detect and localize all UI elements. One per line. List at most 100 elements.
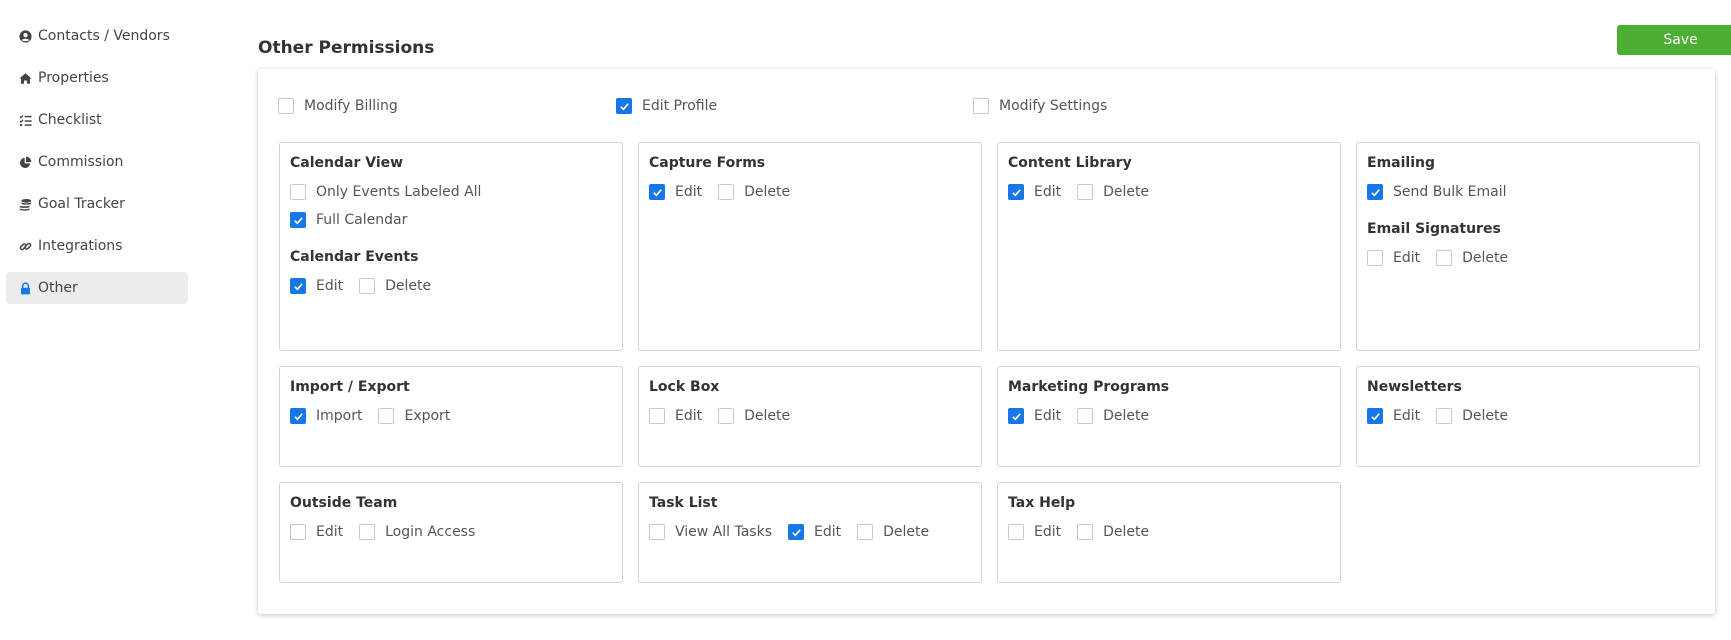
group-title: Capture Forms xyxy=(649,155,766,171)
emailing-group: Emailing Send Bulk Email Email Signature… xyxy=(1356,142,1700,351)
checkbox-unchecked[interactable] xyxy=(1008,524,1024,540)
sidebar-item-properties[interactable]: Properties xyxy=(6,62,188,94)
email-signatures-edit-checkbox[interactable]: Edit xyxy=(1367,250,1420,266)
checkbox-label: Edit Profile xyxy=(642,98,718,114)
sidebar-item-label: Integrations xyxy=(38,238,123,254)
checkbox-label: Edit xyxy=(316,278,344,294)
checkbox-checked[interactable] xyxy=(788,524,804,540)
sidebar: Contacts / Vendors Properties Checklist … xyxy=(6,20,188,314)
task-list-delete-checkbox[interactable]: Delete xyxy=(857,524,929,540)
checkbox-unchecked[interactable] xyxy=(649,524,665,540)
checkbox-unchecked[interactable] xyxy=(290,524,306,540)
calendar-events-edit-checkbox[interactable]: Edit xyxy=(290,278,343,294)
marketing-programs-edit-checkbox[interactable]: Edit xyxy=(1008,408,1061,424)
checkbox-unchecked[interactable] xyxy=(1077,524,1094,540)
group-subtitle: Calendar Events xyxy=(290,249,419,265)
checkbox-checked[interactable] xyxy=(1008,184,1024,200)
group-title: Marketing Programs xyxy=(1008,379,1170,395)
lock-box-delete-checkbox[interactable]: Delete xyxy=(718,408,790,424)
content-library-group: Content Library Edit Delete xyxy=(997,142,1341,351)
checkbox-label: Edit xyxy=(1034,524,1062,540)
checkbox-checked[interactable] xyxy=(290,278,306,294)
checkbox-label: Modify Billing xyxy=(304,98,398,114)
marketing-programs-delete-checkbox[interactable]: Delete xyxy=(1077,408,1149,424)
capture-forms-options: Edit Delete xyxy=(649,181,971,203)
edit-profile-checkbox[interactable]: Edit Profile xyxy=(616,98,717,114)
checkbox-unchecked[interactable] xyxy=(718,408,735,424)
send-bulk-email-checkbox[interactable]: Send Bulk Email xyxy=(1367,181,1689,203)
tax-help-delete-checkbox[interactable]: Delete xyxy=(1077,524,1149,540)
checkbox-unchecked[interactable] xyxy=(378,408,395,424)
checkbox-unchecked[interactable] xyxy=(649,408,665,424)
group-title: Import / Export xyxy=(290,379,410,395)
group-subtitle: Email Signatures xyxy=(1367,221,1501,237)
task-list-edit-checkbox[interactable]: Edit xyxy=(788,524,841,540)
checkbox-checked[interactable] xyxy=(616,98,632,114)
newsletters-delete-checkbox[interactable]: Delete xyxy=(1436,408,1508,424)
page-title: Other Permissions xyxy=(258,38,435,58)
calendar-events-delete-checkbox[interactable]: Delete xyxy=(359,278,431,294)
checkbox-unchecked[interactable] xyxy=(1367,250,1383,266)
sidebar-item-checklist[interactable]: Checklist xyxy=(6,104,188,136)
checkbox-unchecked[interactable] xyxy=(718,184,735,200)
checkbox-unchecked[interactable] xyxy=(359,278,376,294)
import-export-group: Import / Export Import Export xyxy=(279,366,623,467)
checkbox-checked[interactable] xyxy=(1367,408,1383,424)
sidebar-item-contacts-vendors[interactable]: Contacts / Vendors xyxy=(6,20,188,52)
checkbox-label: Edit xyxy=(1393,250,1421,266)
modify-settings-checkbox[interactable]: Modify Settings xyxy=(973,98,1107,114)
checkbox-label: Delete xyxy=(1462,408,1509,424)
export-checkbox[interactable]: Export xyxy=(378,408,450,424)
view-all-tasks-checkbox[interactable]: View All Tasks xyxy=(649,524,772,540)
sidebar-item-other[interactable]: Other xyxy=(6,272,188,304)
login-access-checkbox[interactable]: Login Access xyxy=(359,524,475,540)
checkbox-unchecked[interactable] xyxy=(1077,408,1094,424)
group-title: Content Library xyxy=(1008,155,1132,171)
outside-team-options: Edit Login Access xyxy=(290,521,612,543)
checkbox-unchecked[interactable] xyxy=(359,524,376,540)
sidebar-item-goal-tracker[interactable]: Goal Tracker xyxy=(6,188,188,220)
checkbox-unchecked[interactable] xyxy=(278,98,294,114)
full-calendar-checkbox[interactable]: Full Calendar xyxy=(290,209,612,231)
outside-team-edit-checkbox[interactable]: Edit xyxy=(290,524,343,540)
checkbox-label: Delete xyxy=(744,408,791,424)
checkbox-unchecked[interactable] xyxy=(1436,408,1453,424)
checkbox-label: Delete xyxy=(883,524,930,540)
capture-forms-edit-checkbox[interactable]: Edit xyxy=(649,184,702,200)
checkbox-checked[interactable] xyxy=(290,212,306,228)
checkbox-checked[interactable] xyxy=(1008,408,1024,424)
tax-help-edit-checkbox[interactable]: Edit xyxy=(1008,524,1061,540)
sidebar-item-commission[interactable]: Commission xyxy=(6,146,188,178)
content-library-edit-checkbox[interactable]: Edit xyxy=(1008,184,1061,200)
checkbox-label: View All Tasks xyxy=(675,524,772,540)
general-permissions-row: Modify Billing Edit Profile Modify Setti… xyxy=(278,98,1678,118)
email-signatures-delete-checkbox[interactable]: Delete xyxy=(1436,250,1508,266)
save-button[interactable]: Save xyxy=(1617,25,1731,55)
only-events-labeled-all-checkbox[interactable]: Only Events Labeled All xyxy=(290,181,612,203)
sidebar-item-label: Contacts / Vendors xyxy=(38,28,170,44)
checkbox-checked[interactable] xyxy=(1367,184,1383,200)
pie-chart-icon xyxy=(18,155,32,169)
lock-box-edit-checkbox[interactable]: Edit xyxy=(649,408,702,424)
newsletters-edit-checkbox[interactable]: Edit xyxy=(1367,408,1420,424)
checkbox-label: Edit xyxy=(1034,184,1062,200)
checkbox-unchecked[interactable] xyxy=(1077,184,1094,200)
permissions-card: Modify Billing Edit Profile Modify Setti… xyxy=(258,69,1715,614)
modify-billing-checkbox[interactable]: Modify Billing xyxy=(278,98,398,114)
link-icon xyxy=(18,239,32,253)
checkbox-checked[interactable] xyxy=(290,408,306,424)
checkbox-unchecked[interactable] xyxy=(1436,250,1453,266)
checkbox-unchecked[interactable] xyxy=(973,98,989,114)
checkbox-label: Modify Settings xyxy=(999,98,1108,114)
import-checkbox[interactable]: Import xyxy=(290,408,362,424)
checkbox-checked[interactable] xyxy=(649,184,665,200)
calendar-view-group: Calendar View Only Events Labeled All Fu… xyxy=(279,142,623,351)
capture-forms-delete-checkbox[interactable]: Delete xyxy=(718,184,790,200)
checkbox-unchecked[interactable] xyxy=(290,184,306,200)
sidebar-item-integrations[interactable]: Integrations xyxy=(6,230,188,262)
content-library-delete-checkbox[interactable]: Delete xyxy=(1077,184,1149,200)
checkbox-unchecked[interactable] xyxy=(857,524,874,540)
checkbox-label: Delete xyxy=(1103,408,1150,424)
import-export-options: Import Export xyxy=(290,405,612,427)
content-library-options: Edit Delete xyxy=(1008,181,1330,203)
